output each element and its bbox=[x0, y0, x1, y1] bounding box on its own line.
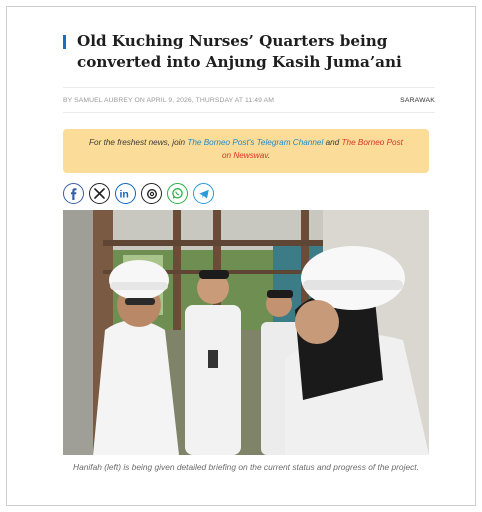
share-x-button[interactable] bbox=[89, 183, 110, 204]
category-link[interactable]: SARAWAK bbox=[400, 97, 435, 104]
telegram-icon bbox=[198, 189, 209, 198]
share-threads-button[interactable] bbox=[141, 183, 162, 204]
photo-officials-inspection bbox=[63, 210, 429, 455]
news-notice-banner: For the freshest news, join The Borneo P… bbox=[63, 129, 429, 173]
whatsapp-icon bbox=[172, 188, 183, 199]
notice-suffix: . bbox=[267, 150, 271, 160]
share-telegram-button[interactable] bbox=[193, 183, 214, 204]
share-bar: in bbox=[63, 183, 435, 204]
share-linkedin-button[interactable]: in bbox=[115, 183, 136, 204]
headline-accent-bar bbox=[63, 35, 66, 49]
browser-viewport: Old Kuching Nurses’ Quarters being conve… bbox=[6, 6, 476, 506]
article-headline: Old Kuching Nurses’ Quarters being conve… bbox=[63, 31, 435, 73]
byline: BY SAMUEL AUBREY ON APRIL 9, 2026, THURS… bbox=[63, 96, 275, 104]
x-icon bbox=[94, 188, 105, 199]
notice-middle: and bbox=[323, 138, 342, 147]
notice-prefix: For the freshest news, join bbox=[89, 138, 188, 147]
headline-link[interactable]: Old Kuching Nurses’ Quarters being conve… bbox=[77, 32, 402, 71]
share-facebook-button[interactable] bbox=[63, 183, 84, 204]
article-meta: BY SAMUEL AUBREY ON APRIL 9, 2026, THURS… bbox=[63, 87, 435, 113]
article-photo bbox=[63, 210, 429, 455]
svg-text:in: in bbox=[120, 189, 129, 201]
threads-icon bbox=[146, 188, 157, 199]
linkedin-icon: in bbox=[120, 189, 129, 201]
photo-caption: Hanifah (left) is being given detailed b… bbox=[73, 462, 419, 472]
telegram-channel-link[interactable]: The Borneo Post's Telegram Channel bbox=[187, 138, 323, 147]
facebook-icon bbox=[70, 187, 76, 200]
share-whatsapp-button[interactable] bbox=[167, 183, 188, 204]
article: Old Kuching Nurses’ Quarters being conve… bbox=[63, 19, 435, 474]
